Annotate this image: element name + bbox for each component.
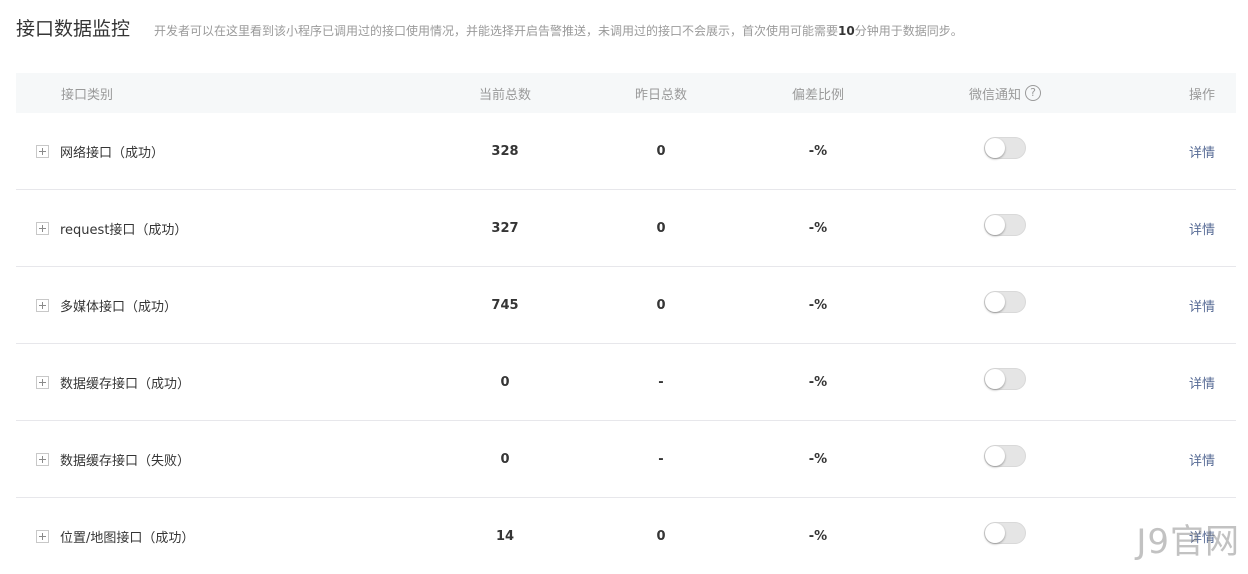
toggle-knob	[985, 215, 1005, 235]
toggle-knob	[985, 523, 1005, 543]
row-notify-cell	[878, 214, 1132, 236]
api-monitor-table: 接口类别 当前总数 昨日总数 偏差比例 微信通知 ? 操作 网络接口（成功） 3…	[16, 73, 1236, 574]
expand-plus-icon[interactable]	[36, 452, 49, 466]
detail-link[interactable]: 详情	[1189, 377, 1215, 392]
toggle-knob	[985, 292, 1005, 312]
table-row: 多媒体接口（成功） 745 0 -% 详情	[16, 267, 1236, 344]
help-icon[interactable]: ?	[1025, 85, 1041, 101]
row-category-cell: request接口（成功）	[16, 219, 446, 238]
column-header-category: 接口类别	[61, 87, 114, 103]
row-yesterday-total: 0	[656, 297, 666, 313]
row-notify-cell	[878, 445, 1132, 467]
row-category-label: 数据缓存接口（失败）	[60, 453, 191, 469]
page-description: 开发者可以在这里看到该小程序已调用过的接口使用情况，并能选择开启告警推送，未调用…	[154, 22, 963, 39]
expand-plus-icon[interactable]	[36, 529, 49, 543]
column-header-yesterday-total: 昨日总数	[634, 87, 687, 103]
row-category-cell: 数据缓存接口（失败）	[16, 450, 446, 469]
wechat-notify-toggle[interactable]	[984, 137, 1026, 159]
row-current-total: 0	[500, 374, 510, 390]
row-category-cell: 多媒体接口（成功）	[16, 296, 446, 315]
row-yesterday-total: -	[658, 451, 664, 467]
detail-link[interactable]: 详情	[1189, 300, 1215, 315]
table-header: 接口类别 当前总数 昨日总数 偏差比例 微信通知 ? 操作	[16, 73, 1236, 113]
column-header-wechat-notify: 微信通知 ?	[878, 84, 1132, 103]
row-current-total: 14	[495, 528, 515, 544]
row-deviation: -%	[808, 143, 828, 159]
wechat-notify-toggle[interactable]	[984, 214, 1026, 236]
expand-plus-icon[interactable]	[36, 375, 49, 389]
column-header-current-total: 当前总数	[478, 87, 531, 103]
row-action-cell: 详情	[1132, 219, 1236, 238]
row-deviation: -%	[808, 528, 828, 544]
page-description-text: 开发者可以在这里看到该小程序已调用过的接口使用情况，并能选择开启告警推送，未调用…	[154, 24, 839, 38]
row-current-total: 745	[491, 297, 519, 313]
row-yesterday-total: -	[658, 374, 664, 390]
row-action-cell: 详情	[1132, 296, 1236, 315]
row-action-cell: 详情	[1132, 527, 1236, 546]
row-yesterday-total: 0	[656, 220, 666, 236]
row-deviation: -%	[808, 374, 828, 390]
row-category-cell: 位置/地图接口（成功）	[16, 527, 446, 546]
column-header-deviation: 偏差比例	[791, 87, 844, 103]
row-action-cell: 详情	[1132, 373, 1236, 392]
table-row: 数据缓存接口（成功） 0 - -% 详情	[16, 344, 1236, 421]
wechat-notify-toggle[interactable]	[984, 291, 1026, 313]
table-row: 网络接口（成功） 328 0 -% 详情	[16, 113, 1236, 190]
row-yesterday-total: 0	[656, 143, 666, 159]
row-current-total: 327	[491, 220, 519, 236]
row-category-label: 网络接口（成功）	[60, 145, 165, 161]
row-yesterday-total: 0	[656, 528, 666, 544]
row-category-label: 多媒体接口（成功）	[60, 299, 178, 315]
detail-link[interactable]: 详情	[1189, 531, 1215, 546]
toggle-knob	[985, 138, 1005, 158]
row-category-label: 位置/地图接口（成功）	[60, 530, 195, 546]
toggle-knob	[985, 446, 1005, 466]
row-action-cell: 详情	[1132, 142, 1236, 161]
row-current-total: 0	[500, 451, 510, 467]
page-description-tail: 分钟用于数据同步。	[854, 24, 963, 38]
page-description-sync-minutes: 10	[838, 24, 855, 38]
table-row: 位置/地图接口（成功） 14 0 -% 详情	[16, 498, 1236, 574]
row-notify-cell	[878, 368, 1132, 390]
page-title: 接口数据监控	[16, 18, 131, 40]
detail-link[interactable]: 详情	[1189, 454, 1215, 469]
table-row: request接口（成功） 327 0 -% 详情	[16, 190, 1236, 267]
toggle-knob	[985, 369, 1005, 389]
row-deviation: -%	[808, 220, 828, 236]
expand-plus-icon[interactable]	[36, 221, 49, 235]
column-header-wechat-notify-label: 微信通知	[968, 87, 1021, 103]
row-category-label: request接口（成功）	[60, 222, 188, 238]
row-current-total: 328	[491, 143, 519, 159]
row-category-label: 数据缓存接口（成功）	[60, 376, 191, 392]
wechat-notify-toggle[interactable]	[984, 445, 1026, 467]
table-row: 数据缓存接口（失败） 0 - -% 详情	[16, 421, 1236, 498]
row-deviation: -%	[808, 297, 828, 313]
wechat-notify-toggle[interactable]	[984, 368, 1026, 390]
row-notify-cell	[878, 522, 1132, 544]
wechat-notify-toggle[interactable]	[984, 522, 1026, 544]
row-action-cell: 详情	[1132, 450, 1236, 469]
row-category-cell: 网络接口（成功）	[16, 142, 446, 161]
detail-link[interactable]: 详情	[1189, 146, 1215, 161]
expand-plus-icon[interactable]	[36, 298, 49, 312]
detail-link[interactable]: 详情	[1189, 223, 1215, 238]
expand-plus-icon[interactable]	[36, 144, 49, 158]
page-header: 接口数据监控 开发者可以在这里看到该小程序已调用过的接口使用情况，并能选择开启告…	[16, 14, 1238, 46]
column-header-action: 操作	[1188, 87, 1215, 103]
row-notify-cell	[878, 137, 1132, 159]
row-notify-cell	[878, 291, 1132, 313]
row-deviation: -%	[808, 451, 828, 467]
row-category-cell: 数据缓存接口（成功）	[16, 373, 446, 392]
